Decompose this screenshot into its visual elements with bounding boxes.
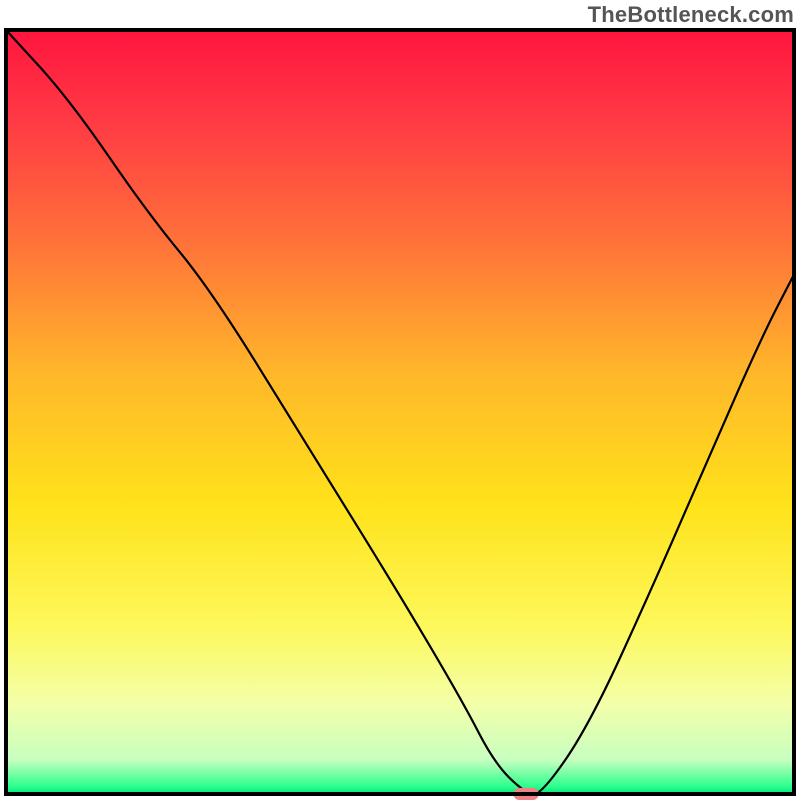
chart-svg	[0, 0, 800, 800]
watermark-text: TheBottleneck.com	[588, 2, 794, 28]
plot-area	[6, 30, 794, 800]
bottleneck-chart: TheBottleneck.com	[0, 0, 800, 800]
gradient-background	[6, 30, 794, 794]
